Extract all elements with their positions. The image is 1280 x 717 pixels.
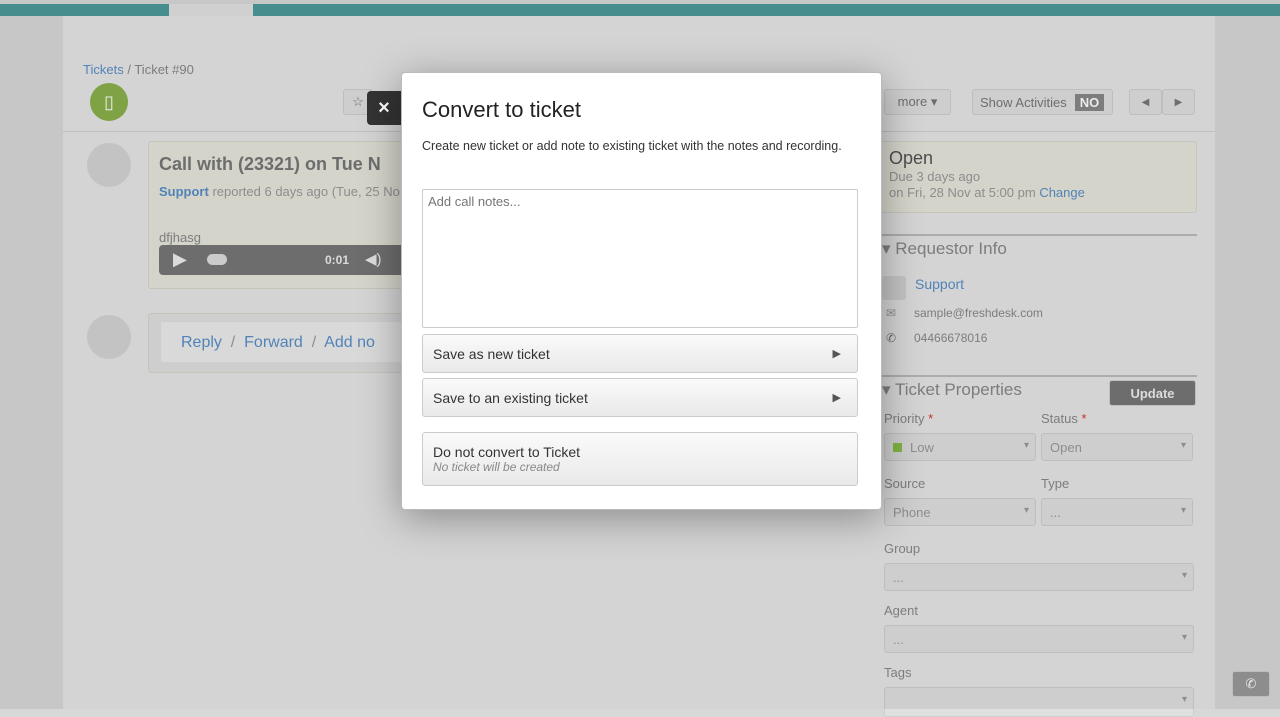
modal-description: Create new ticket or add note to existin… (422, 139, 842, 153)
save-existing-ticket-button[interactable]: Save to an existing ticket ▶ (422, 378, 858, 417)
save-existing-label: Save to an existing ticket (433, 389, 588, 406)
arrow-right-icon: ▶ (832, 348, 841, 360)
save-new-label: Save as new ticket (433, 345, 550, 362)
save-new-ticket-button[interactable]: Save as new ticket ▶ (422, 334, 858, 373)
call-notes-input[interactable] (422, 189, 858, 328)
modal-title: Convert to ticket (422, 97, 581, 122)
do-not-convert-button[interactable]: Do not convert to Ticket No ticket will … (422, 432, 858, 486)
do-not-convert-label: Do not convert to Ticket (433, 444, 581, 460)
do-not-convert-sublabel: No ticket will be created (433, 460, 560, 474)
close-modal-button[interactable]: × (367, 91, 401, 125)
arrow-right-icon: ▶ (832, 392, 841, 404)
convert-to-ticket-modal: Convert to ticket Create new ticket or a… (401, 72, 882, 510)
